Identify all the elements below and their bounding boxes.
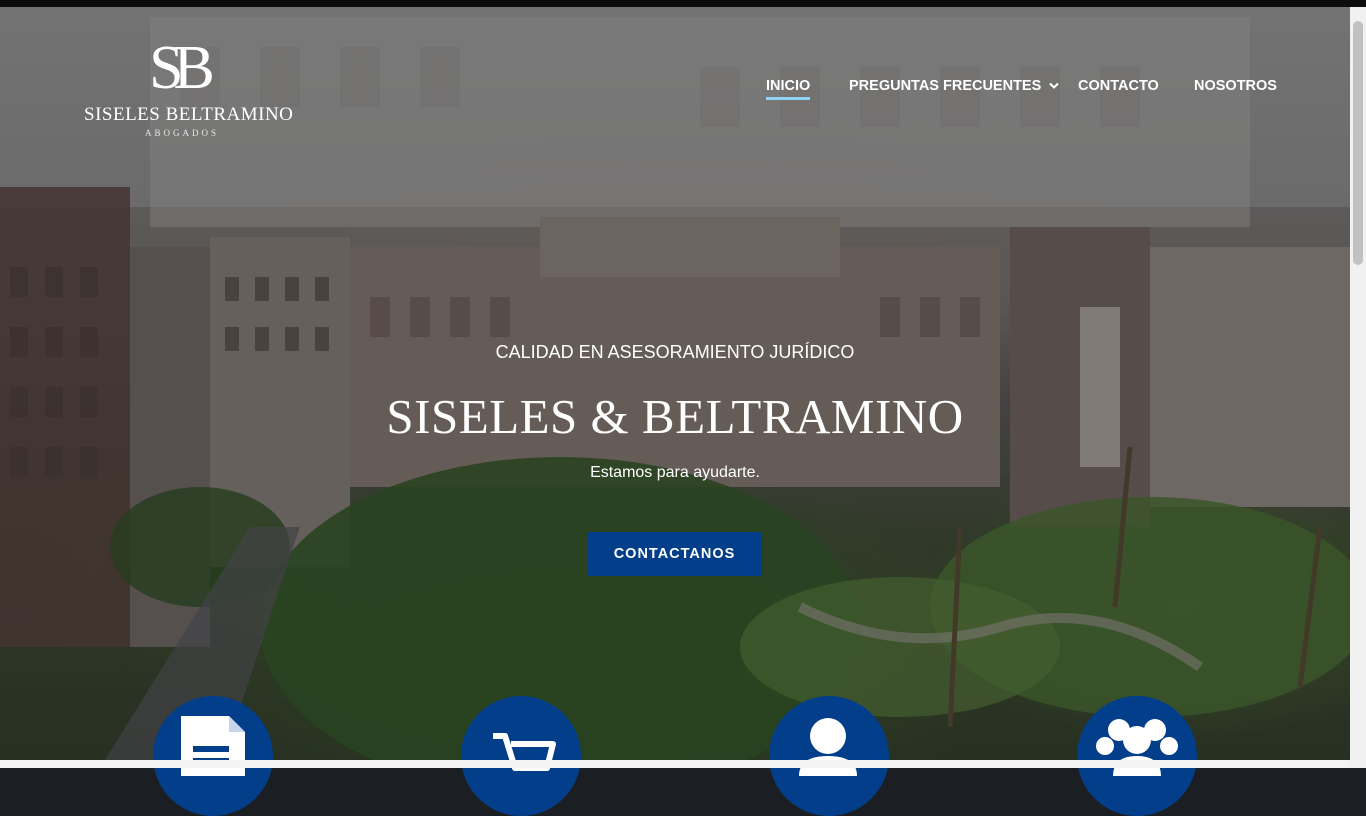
site-logo[interactable]: SB SISELES BELTRAMINO ABOGADOS	[84, 37, 294, 138]
nav-item-inicio[interactable]: INICIO	[766, 78, 811, 100]
nav-item-label: INICIO	[766, 78, 811, 94]
nav-item-label: NOSOTROS	[1194, 78, 1277, 94]
person-icon	[799, 718, 857, 776]
hero-subtitle: CALIDAD EN ASESORAMIENTO JURÍDICO	[495, 342, 855, 362]
nav-item-label: CONTACTO	[1078, 78, 1159, 94]
scrollbar-thumb[interactable]	[1353, 21, 1363, 265]
feature-circle-person[interactable]	[769, 696, 889, 816]
feature-circle-cart[interactable]	[461, 696, 581, 816]
logo-subtitle: ABOGADOS	[144, 128, 219, 138]
browser-top-bar	[0, 0, 1366, 7]
feature-circle-group[interactable]	[1077, 696, 1197, 816]
nav-item-nosotros[interactable]: NOSOTROS	[1194, 78, 1277, 94]
contactanos-button[interactable]: CONTACTANOS	[587, 532, 762, 576]
feature-circle-document[interactable]	[153, 696, 273, 816]
hero-tagline: Estamos para ayudarte.	[590, 464, 760, 481]
cart-icon	[493, 733, 556, 771]
chevron-down-icon	[1049, 82, 1060, 90]
nav-item-label: PREGUNTAS FRECUENTES	[849, 78, 1042, 94]
nav-item-preguntas-frecuentes[interactable]: PREGUNTAS FRECUENTES	[849, 78, 1060, 94]
page-scrollbar[interactable]	[1350, 7, 1366, 768]
document-icon	[181, 716, 245, 776]
nav-item-contacto[interactable]: CONTACTO	[1078, 78, 1159, 94]
logo-monogram: SB	[149, 34, 215, 102]
next-section-edge	[0, 760, 1350, 768]
hero-title: SISELES & BELTRAMINO	[386, 389, 964, 444]
group-icon	[1096, 719, 1178, 776]
logo-name: SISELES BELTRAMINO	[84, 104, 294, 125]
